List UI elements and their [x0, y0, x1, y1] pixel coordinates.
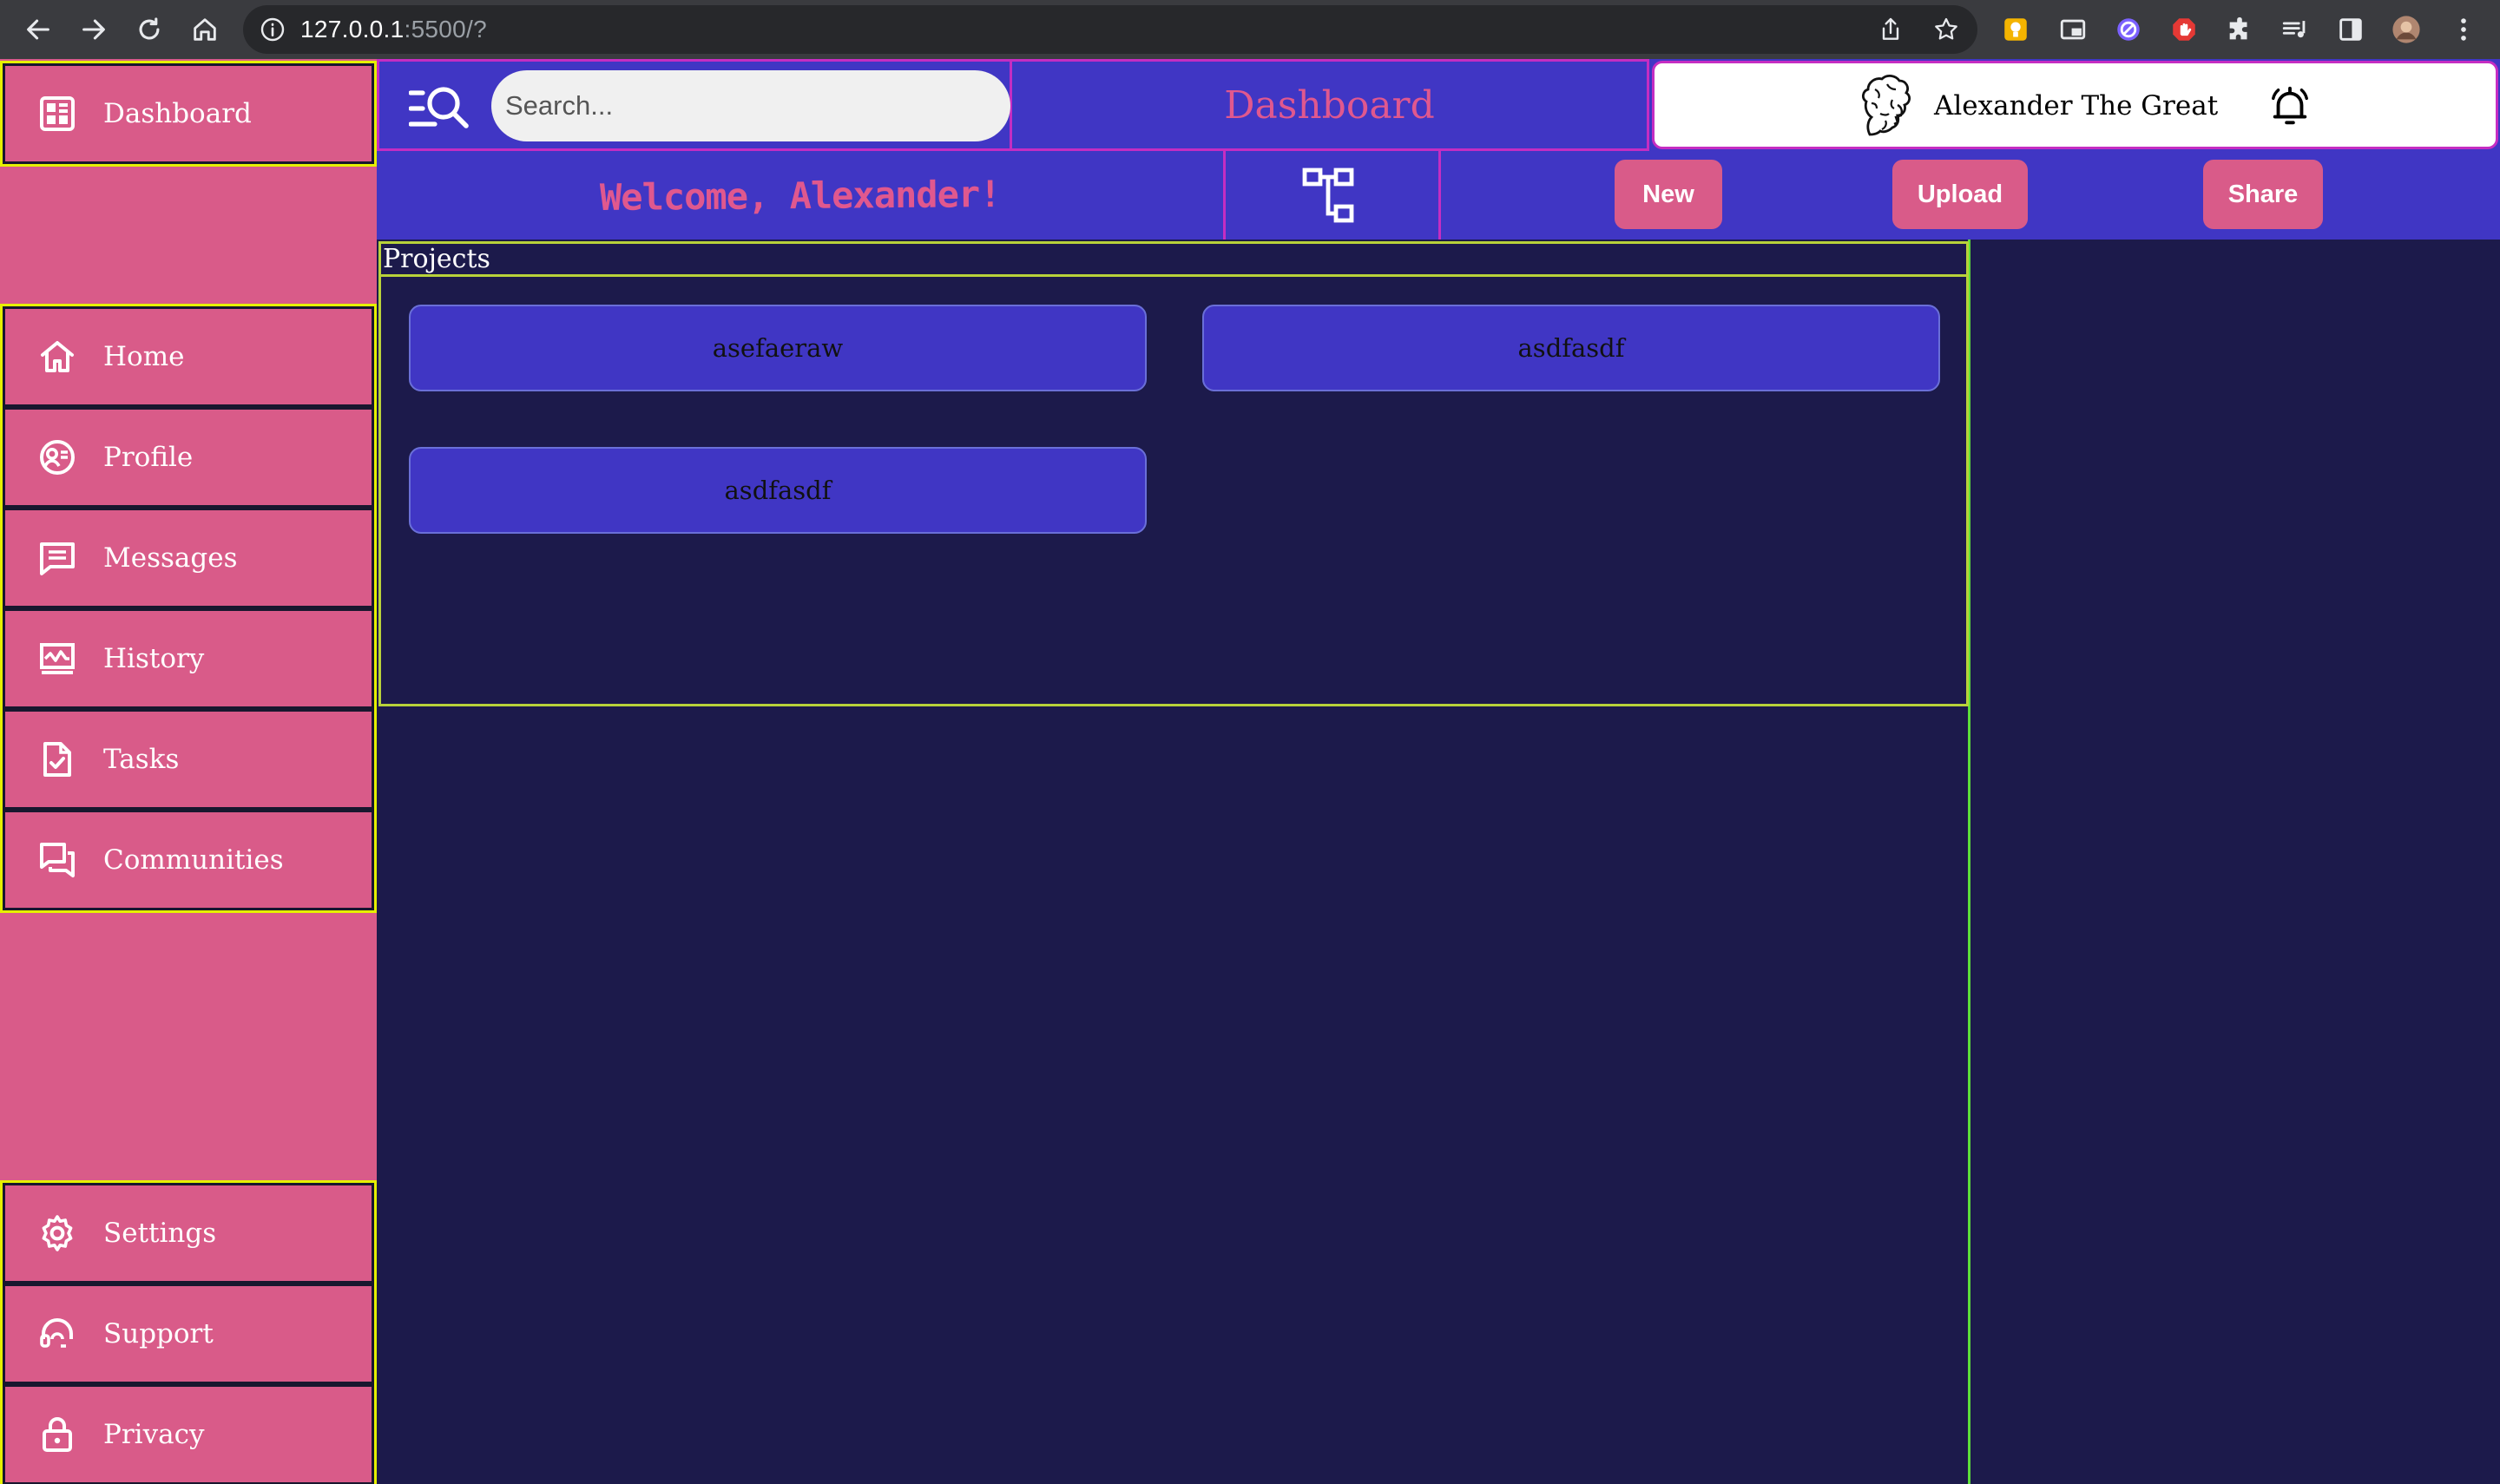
extension-block-icon[interactable] [2111, 12, 2146, 47]
sidebar-item-label: Tasks [103, 744, 180, 775]
extension-keep-icon[interactable] [1998, 12, 2033, 47]
side-panel-icon[interactable] [2333, 12, 2368, 47]
home-button[interactable] [186, 10, 224, 49]
search-input[interactable] [491, 70, 1010, 141]
history-icon [36, 638, 78, 680]
sidebar-item-label: Dashboard [103, 98, 252, 129]
hierarchy-icon [1302, 167, 1353, 223]
info-icon[interactable] [259, 16, 286, 43]
sidebar-bottom-group: Settings Support Privacy [0, 1180, 377, 1484]
share-page-icon[interactable] [1877, 16, 1905, 43]
sidebar-item-settings[interactable]: Settings [3, 1183, 374, 1284]
project-card[interactable]: asdfasdf [409, 447, 1147, 534]
sidebar-item-label: Profile [103, 442, 194, 473]
notification-bell-icon[interactable] [2269, 85, 2311, 128]
arrow-right-icon [82, 19, 105, 40]
sidebar-top-group: Dashboard [0, 61, 377, 167]
sidebar-item-profile[interactable]: Profile [3, 407, 374, 508]
lock-icon [36, 1414, 78, 1455]
welcome-message: Welcome, Alexander! [599, 172, 1001, 219]
sidebar-item-label: Privacy [103, 1419, 205, 1450]
action-bar: Welcome, Alexander! New Upload Share [377, 151, 2500, 240]
communities-icon [36, 839, 78, 881]
new-button[interactable]: New [1615, 160, 1722, 229]
sidebar-item-label: History [103, 643, 205, 674]
sidebar-item-label: Messages [103, 542, 238, 574]
browser-profile-avatar[interactable] [2389, 12, 2424, 47]
projects-title: Projects [383, 244, 490, 274]
dashboard-icon [36, 93, 78, 135]
extension-stop-icon[interactable] [2167, 12, 2201, 47]
sidebar-item-communities[interactable]: Communities [3, 810, 374, 910]
reload-icon [139, 17, 160, 40]
messages-icon [36, 537, 78, 579]
extensions-puzzle-icon[interactable] [2222, 12, 2257, 47]
bookmark-star-icon[interactable] [1932, 16, 1960, 43]
extension-pip-icon[interactable] [2056, 12, 2090, 47]
sidebar-item-history[interactable]: History [3, 608, 374, 709]
url-text: 127.0.0.1:5500/? [300, 16, 488, 43]
avatar[interactable] [1845, 69, 1922, 145]
sidebar-item-label: Communities [103, 844, 284, 876]
main-content: Projects asefaeraw asdfasdf asdfasdf [377, 240, 2500, 1484]
profile-icon [36, 437, 78, 478]
title-cell: Dashboard [1012, 59, 1649, 151]
sidebar-item-tasks[interactable]: Tasks [3, 709, 374, 810]
support-icon [36, 1313, 78, 1355]
browser-toolbar: 127.0.0.1:5500/? [0, 0, 2500, 59]
sidebar-item-home[interactable]: Home [3, 306, 374, 407]
sidebar-item-label: Support [103, 1318, 214, 1349]
top-bar: Dashboard Alexander The Great [377, 59, 2500, 151]
sidebar-item-privacy[interactable]: Privacy [3, 1384, 374, 1484]
page-title: Dashboard [1224, 82, 1435, 128]
project-card[interactable]: asdfasdf [1202, 305, 1940, 391]
projects-panel: Projects asefaeraw asdfasdf asdfasdf [378, 241, 1969, 706]
address-bar[interactable]: 127.0.0.1:5500/? [243, 5, 1977, 54]
forward-button[interactable] [75, 10, 113, 49]
projects-header: Projects [381, 244, 1966, 277]
back-button[interactable] [19, 10, 57, 49]
arrow-left-icon [27, 19, 49, 40]
upload-button[interactable]: Upload [1892, 160, 2028, 229]
sidebar-item-label: Settings [103, 1218, 217, 1249]
menu-search-icon[interactable] [409, 84, 471, 133]
hierarchy-button[interactable] [1226, 151, 1441, 240]
sidebar-item-dashboard[interactable]: Dashboard [3, 63, 374, 164]
project-card[interactable]: asefaeraw [409, 305, 1147, 391]
sidebar-item-support[interactable]: Support [3, 1284, 374, 1384]
share-button[interactable]: Share [2203, 160, 2323, 229]
reload-button[interactable] [130, 10, 168, 49]
media-playlist-icon[interactable] [2278, 12, 2312, 47]
home-icon [194, 18, 216, 41]
search-cell [377, 59, 1012, 151]
sidebar-item-label: Home [103, 341, 185, 372]
settings-icon [36, 1212, 78, 1254]
user-name: Alexander The Great [1934, 90, 2219, 121]
tasks-icon [36, 739, 78, 780]
welcome-cell: Welcome, Alexander! [377, 151, 1226, 240]
sidebar-item-messages[interactable]: Messages [3, 508, 374, 608]
home-icon [36, 336, 78, 378]
browser-menu-icon[interactable] [2446, 12, 2481, 47]
sidebar: Dashboard Home Profile Messages History … [0, 59, 377, 1484]
user-card: Alexander The Great [1652, 61, 2498, 149]
sidebar-nav-group: Home Profile Messages History Tasks Comm… [0, 304, 377, 913]
